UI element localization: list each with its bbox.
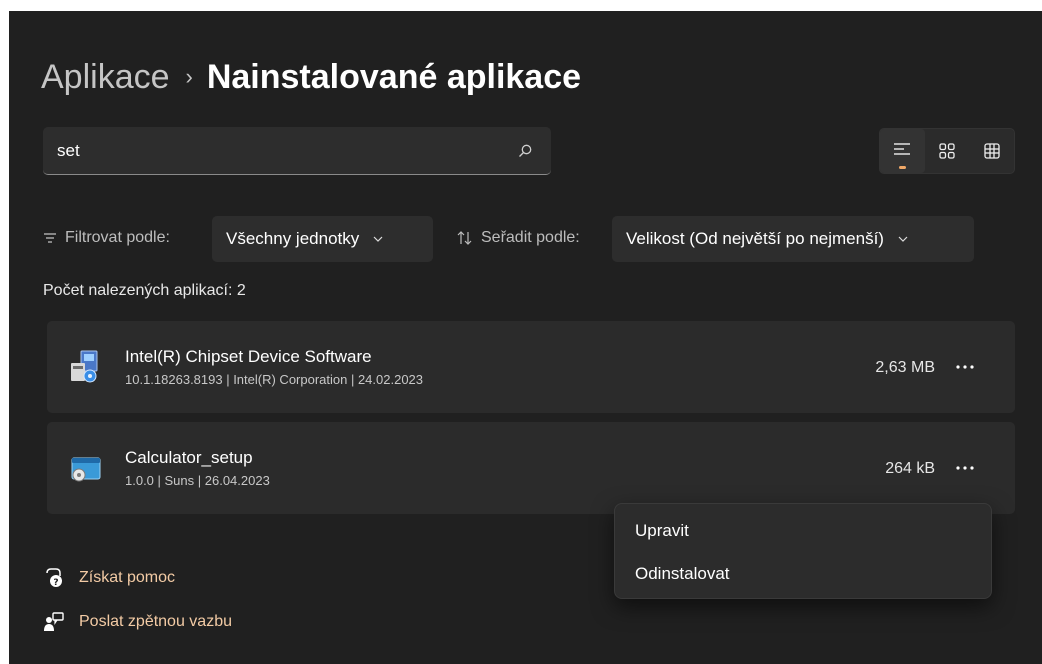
active-indicator xyxy=(899,166,906,169)
filter-dropdown[interactable]: Všechny jednotky xyxy=(212,216,433,262)
feedback-link[interactable]: Poslat zpětnou vazbu xyxy=(43,611,232,633)
filter-value: Všechny jednotky xyxy=(226,229,360,248)
app-size: 264 kB xyxy=(885,460,935,477)
more-icon xyxy=(956,365,974,369)
installer-icon xyxy=(67,349,103,385)
menu-item-uninstall[interactable]: Odinstalovat xyxy=(635,564,730,584)
get-help-label: Získat pomoc xyxy=(79,569,176,586)
more-options-button[interactable] xyxy=(953,357,977,377)
context-menu: Upravit Odinstalovat xyxy=(614,503,992,599)
app-setup-icon xyxy=(67,450,103,486)
chevron-down-icon xyxy=(373,236,383,242)
settings-window: Aplikace › Nainstalované aplikace Filtro… xyxy=(9,11,1042,664)
sort-icon xyxy=(457,231,472,245)
list-view-button[interactable] xyxy=(880,129,925,173)
app-name: Calculator_setup xyxy=(125,448,253,467)
filter-label: Filtrovat podle: xyxy=(43,229,170,247)
app-name: Intel(R) Chipset Device Software xyxy=(125,347,372,366)
help-icon: ? xyxy=(43,567,65,589)
view-mode-toggle xyxy=(879,128,1015,174)
menu-item-modify[interactable]: Upravit xyxy=(635,521,689,541)
feedback-label: Poslat zpětnou vazbu xyxy=(79,613,232,630)
app-size: 2,63 MB xyxy=(875,359,935,376)
app-details: 10.1.18263.8193 | Intel(R) Corporation |… xyxy=(125,372,424,387)
tile-view-icon xyxy=(984,143,1000,159)
sort-label: Seřadit podle: xyxy=(457,229,580,247)
sort-dropdown[interactable]: Velikost (Od největší po nejmenší) xyxy=(612,216,974,262)
sort-label-text: Seřadit podle: xyxy=(481,229,580,246)
breadcrumb-separator-icon: › xyxy=(185,63,193,89)
feedback-icon xyxy=(43,611,65,633)
search-box[interactable] xyxy=(43,127,551,175)
app-list-item: Intel(R) Chipset Device Software 10.1.18… xyxy=(47,321,1015,413)
chevron-down-icon xyxy=(898,236,908,242)
filter-label-text: Filtrovat podle: xyxy=(65,229,170,246)
search-input[interactable] xyxy=(55,137,499,165)
page-title: Nainstalované aplikace xyxy=(206,58,582,96)
search-icon[interactable] xyxy=(517,143,533,159)
grid-view-button[interactable] xyxy=(925,129,970,173)
get-help-link[interactable]: ? Získat pomoc xyxy=(43,567,175,589)
filter-icon xyxy=(44,233,56,243)
sort-value: Velikost (Od největší po nejmenší) xyxy=(626,229,884,248)
grid-view-icon xyxy=(939,143,955,159)
tile-view-button[interactable] xyxy=(969,129,1014,173)
app-list-item: Calculator_setup 1.0.0 | Suns | 26.04.20… xyxy=(47,422,1015,514)
filter-sort-row: Filtrovat podle: Všechny jednotky Seřadi… xyxy=(9,216,1042,262)
list-view-icon xyxy=(894,143,911,155)
more-icon xyxy=(956,466,974,470)
more-options-button[interactable] xyxy=(953,458,977,478)
breadcrumb-parent[interactable]: Aplikace xyxy=(41,58,170,97)
svg-text:?: ? xyxy=(53,578,58,588)
results-count: Počet nalezených aplikací: 2 xyxy=(43,282,246,299)
breadcrumb: Aplikace › Nainstalované aplikace xyxy=(41,58,581,97)
app-details: 1.0.0 | Suns | 26.04.2023 xyxy=(125,473,270,488)
